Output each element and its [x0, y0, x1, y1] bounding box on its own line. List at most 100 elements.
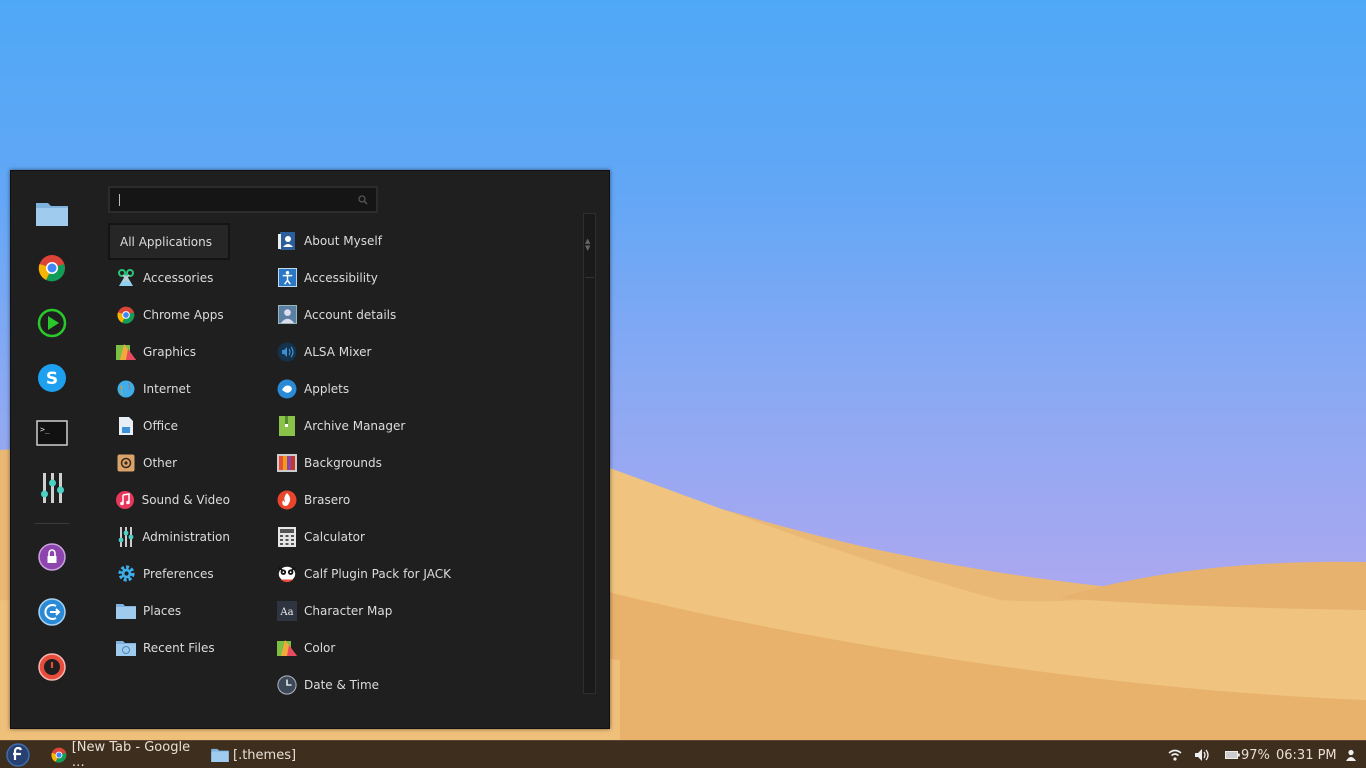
lock-icon: [38, 543, 66, 571]
gear-icon: [117, 565, 135, 582]
category-recent-files[interactable]: Recent Files: [108, 631, 230, 664]
favorite-settings[interactable]: [27, 468, 77, 508]
clock[interactable]: 06:31 PM: [1276, 745, 1337, 765]
user-menu[interactable]: [1345, 745, 1357, 765]
other-icon: [117, 454, 135, 471]
chrome-icon: [117, 306, 135, 324]
svg-text:>_: >_: [40, 425, 50, 434]
app-label: Calculator: [304, 529, 365, 544]
folder-icon: [36, 203, 68, 226]
taskbar: [New Tab - Google … [.themes] 97% 06:31 …: [0, 740, 1366, 768]
archive-icon: [279, 415, 295, 436]
app-label: Account details: [304, 307, 397, 322]
category-administration[interactable]: Administration: [108, 520, 230, 553]
clock-icon: [277, 674, 297, 695]
calf-icon: [278, 566, 296, 582]
applets-icon: [277, 379, 297, 398]
administration-icon: [118, 526, 133, 547]
app-color[interactable]: Color: [277, 631, 567, 664]
internet-icon: [117, 380, 135, 397]
color-icon: [277, 639, 297, 656]
user-icon: [1346, 749, 1356, 761]
character-map-icon: Aa: [277, 600, 297, 621]
category-other[interactable]: Other: [108, 446, 230, 479]
favorite-skype[interactable]: S: [27, 358, 77, 398]
category-office[interactable]: Office: [108, 409, 230, 442]
app-calculator[interactable]: Calculator: [277, 520, 567, 553]
accessories-icon: [118, 268, 134, 286]
calculator-icon: [278, 526, 296, 547]
favorite-shut-down[interactable]: [27, 647, 77, 687]
category-graphics[interactable]: Graphics: [108, 335, 230, 368]
favorite-terminal[interactable]: >_: [27, 413, 77, 453]
app-label: Calf Plugin Pack for JACK: [304, 566, 451, 581]
account-icon: [277, 305, 297, 324]
category-places[interactable]: Places: [108, 594, 230, 627]
about-myself-icon: [278, 231, 295, 250]
fedora-menu-button[interactable]: [6, 743, 30, 767]
app-account-details[interactable]: Account details: [277, 298, 567, 331]
wifi-icon: [1168, 749, 1182, 761]
app-date-time[interactable]: Date & Time: [277, 668, 567, 701]
taskbar-item-label: [.themes]: [233, 747, 297, 763]
mixer-icon: [277, 342, 297, 361]
svg-text:S: S: [46, 369, 58, 389]
category-preferences[interactable]: Preferences: [108, 557, 230, 590]
category-accessories[interactable]: Accessories: [108, 261, 230, 294]
chrome-icon: [51, 747, 67, 763]
category-sound-video[interactable]: Sound & Video: [108, 483, 230, 516]
app-label: Applets: [304, 381, 350, 396]
category-label: Graphics: [143, 344, 196, 359]
app-label: Backgrounds: [304, 455, 382, 470]
battery-icon: [1225, 751, 1240, 759]
favorite-files[interactable]: [27, 193, 77, 233]
search-icon: [358, 195, 368, 205]
chrome-icon: [38, 255, 65, 282]
taskbar-item-chrome[interactable]: [New Tab - Google …: [50, 740, 205, 768]
app-archive-manager[interactable]: Archive Manager: [277, 409, 567, 442]
app-accessibility[interactable]: Accessibility: [277, 261, 567, 294]
app-brasero[interactable]: Brasero: [277, 483, 567, 516]
app-character-map[interactable]: Aa Character Map: [277, 594, 567, 627]
category-label: Sound & Video: [141, 492, 230, 507]
folder-icon: [116, 603, 136, 619]
battery-indicator[interactable]: 97%: [1225, 745, 1270, 765]
volume-icon: [1195, 749, 1209, 761]
terminal-icon: >_: [36, 420, 68, 446]
favorite-log-out[interactable]: [27, 592, 77, 632]
favorite-media-player[interactable]: [27, 303, 77, 343]
apps-scrollbar[interactable]: ▲ ▼: [583, 213, 596, 694]
app-about-myself[interactable]: About Myself: [277, 224, 567, 257]
power-icon: [38, 653, 66, 681]
category-chrome-apps[interactable]: Chrome Apps: [108, 298, 230, 331]
clock-time: 06:31 PM: [1276, 747, 1337, 763]
category-label: Other: [143, 455, 178, 470]
favorites-separator: [35, 523, 69, 524]
category-internet[interactable]: Internet: [108, 372, 230, 405]
taskbar-item-label: [New Tab - Google …: [71, 740, 191, 768]
app-applets[interactable]: Applets: [277, 372, 567, 405]
category-label: Recent Files: [143, 640, 215, 655]
app-backgrounds[interactable]: Backgrounds: [277, 446, 567, 479]
favorite-chrome[interactable]: [27, 248, 77, 288]
category-label: Chrome Apps: [143, 307, 224, 322]
graphics-icon: [116, 343, 136, 360]
folder-icon: [211, 748, 229, 762]
category-label: Places: [143, 603, 182, 618]
category-label: Accessories: [143, 270, 214, 285]
wifi-indicator[interactable]: [1168, 745, 1182, 765]
favorite-lock-screen[interactable]: [27, 537, 77, 577]
search-box[interactable]: [108, 186, 378, 213]
app-calf-plugin-pack[interactable]: Calf Plugin Pack for JACK: [277, 557, 567, 590]
accessibility-icon: [277, 268, 297, 287]
scroll-down-arrow-icon[interactable]: ▼: [585, 245, 590, 252]
recent-files-icon: [116, 640, 136, 656]
app-label: Accessibility: [304, 270, 378, 285]
category-all-applications[interactable]: All Applications: [108, 223, 230, 260]
volume-indicator[interactable]: [1194, 745, 1210, 765]
app-alsa-mixer[interactable]: ALSA Mixer: [277, 335, 567, 368]
taskbar-item-themes-folder[interactable]: [.themes]: [211, 745, 301, 765]
search-input[interactable]: [114, 190, 344, 209]
brasero-icon: [277, 490, 297, 509]
category-label: Internet: [143, 381, 191, 396]
